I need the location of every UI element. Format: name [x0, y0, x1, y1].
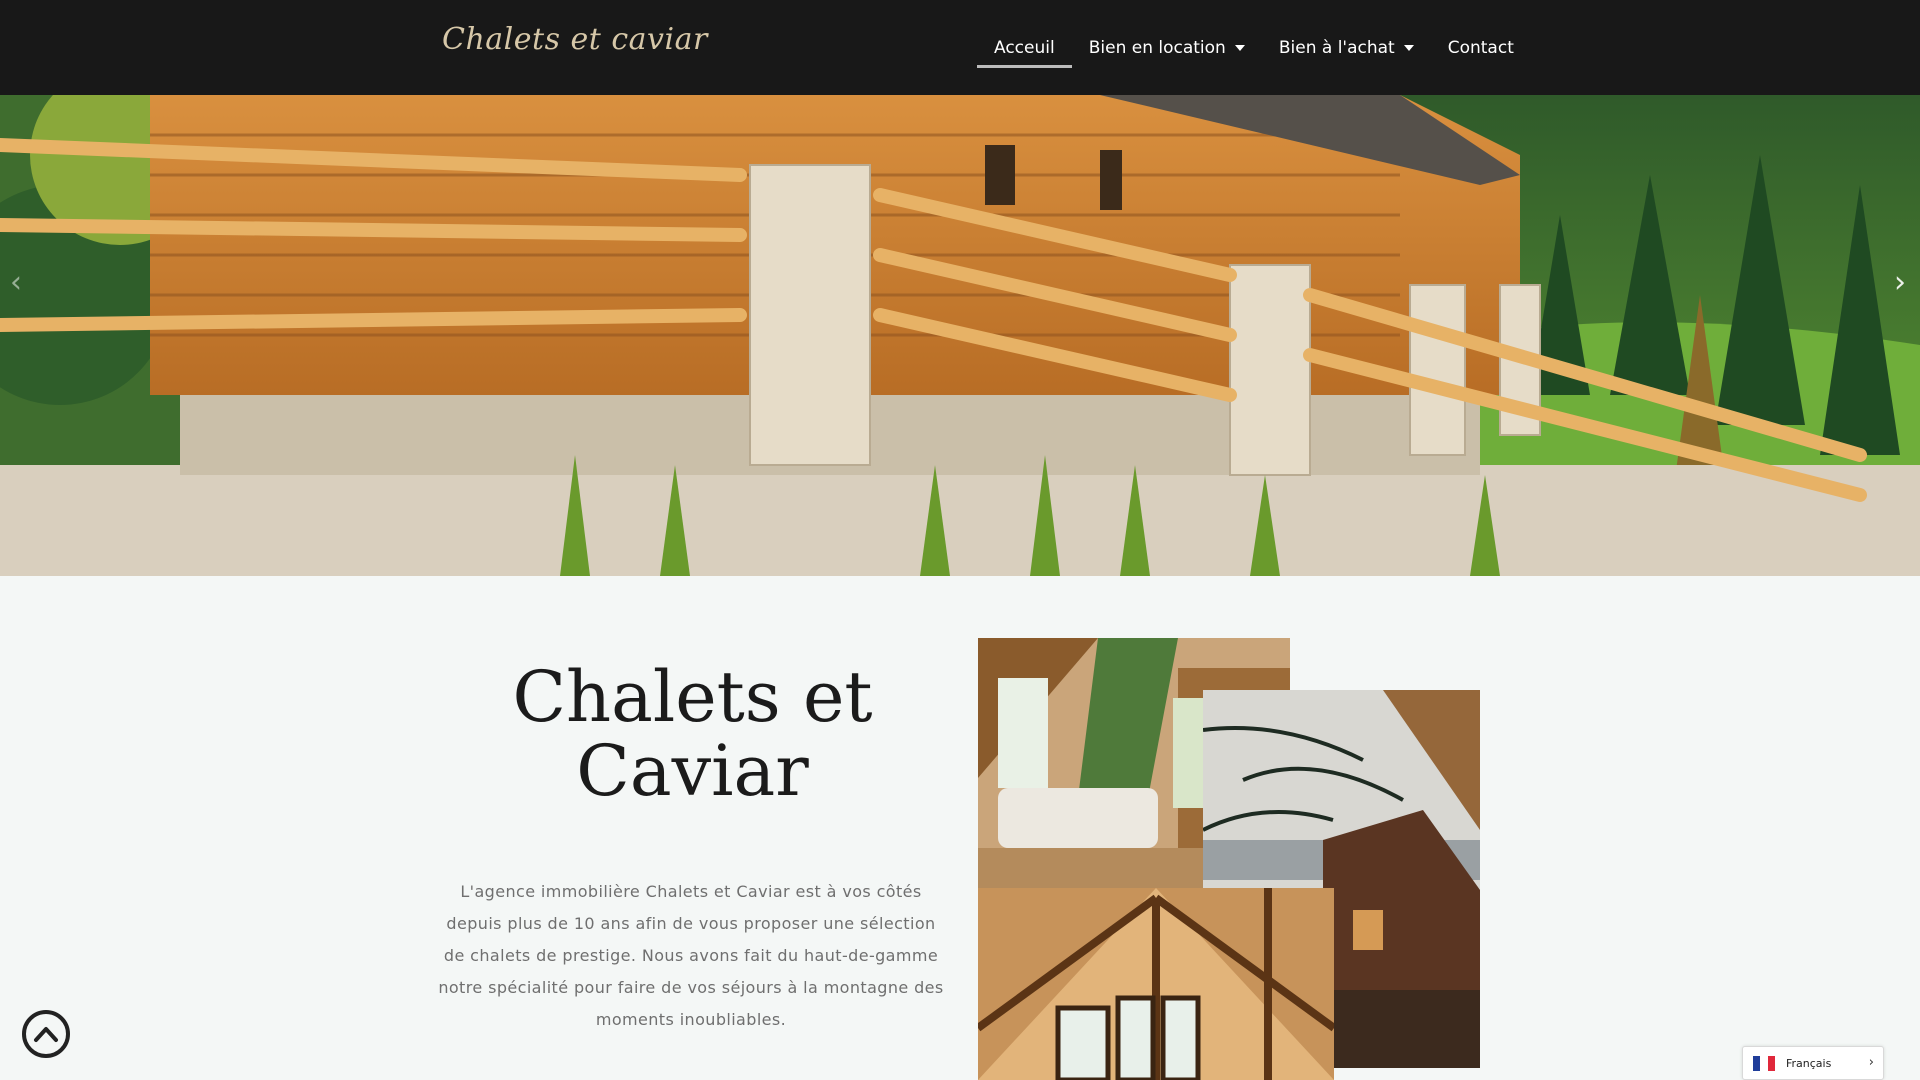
- site-logo[interactable]: Chalets et caviar: [442, 22, 708, 57]
- chevron-up-icon: [34, 1027, 58, 1042]
- nav-item-label: Bien en location: [1088, 37, 1226, 58]
- nav-item-contact[interactable]: Contact: [1431, 0, 1531, 95]
- hero-slider: ‹ ›: [0, 95, 1920, 576]
- slider-next-button[interactable]: ›: [1894, 265, 1906, 300]
- nav-item-label: Contact: [1447, 37, 1514, 58]
- language-selector[interactable]: Français ›: [1742, 1046, 1884, 1080]
- back-to-top-button[interactable]: [22, 1010, 70, 1058]
- photo-chalet-ceiling: [978, 888, 1334, 1080]
- nav-item-label: Bien à l'achat: [1278, 37, 1395, 58]
- caret-down-icon: [1403, 44, 1414, 51]
- flag-stripe-blue: [1753, 1055, 1761, 1071]
- nav-item-label: Acceuil: [994, 37, 1055, 58]
- french-flag-icon: [1753, 1055, 1775, 1071]
- site-header: Chalets et caviar Acceuil Bien en locati…: [0, 0, 1920, 95]
- flag-stripe-red: [1767, 1055, 1775, 1071]
- caret-down-icon: [1234, 44, 1245, 51]
- nav-item-bien-a-lachat[interactable]: Bien à l'achat: [1262, 0, 1431, 95]
- photo-collage: [978, 638, 1480, 1080]
- slider-prev-button[interactable]: ‹: [10, 265, 22, 300]
- main-nav: Acceuil Bien en location Bien à l'achat …: [977, 0, 1531, 95]
- chevron-right-icon: ›: [1868, 1055, 1874, 1070]
- intro-text: L'agence immobilière Chalets et Caviar e…: [438, 882, 944, 1029]
- intro-title: Chalets et Caviar: [512, 656, 873, 812]
- language-label: Français: [1786, 1056, 1832, 1070]
- flag-stripe-white: [1760, 1055, 1768, 1071]
- nav-item-accueil[interactable]: Acceuil: [977, 0, 1072, 95]
- hero-image-chalet: [0, 95, 1920, 576]
- nav-item-bien-en-location[interactable]: Bien en location: [1072, 0, 1262, 95]
